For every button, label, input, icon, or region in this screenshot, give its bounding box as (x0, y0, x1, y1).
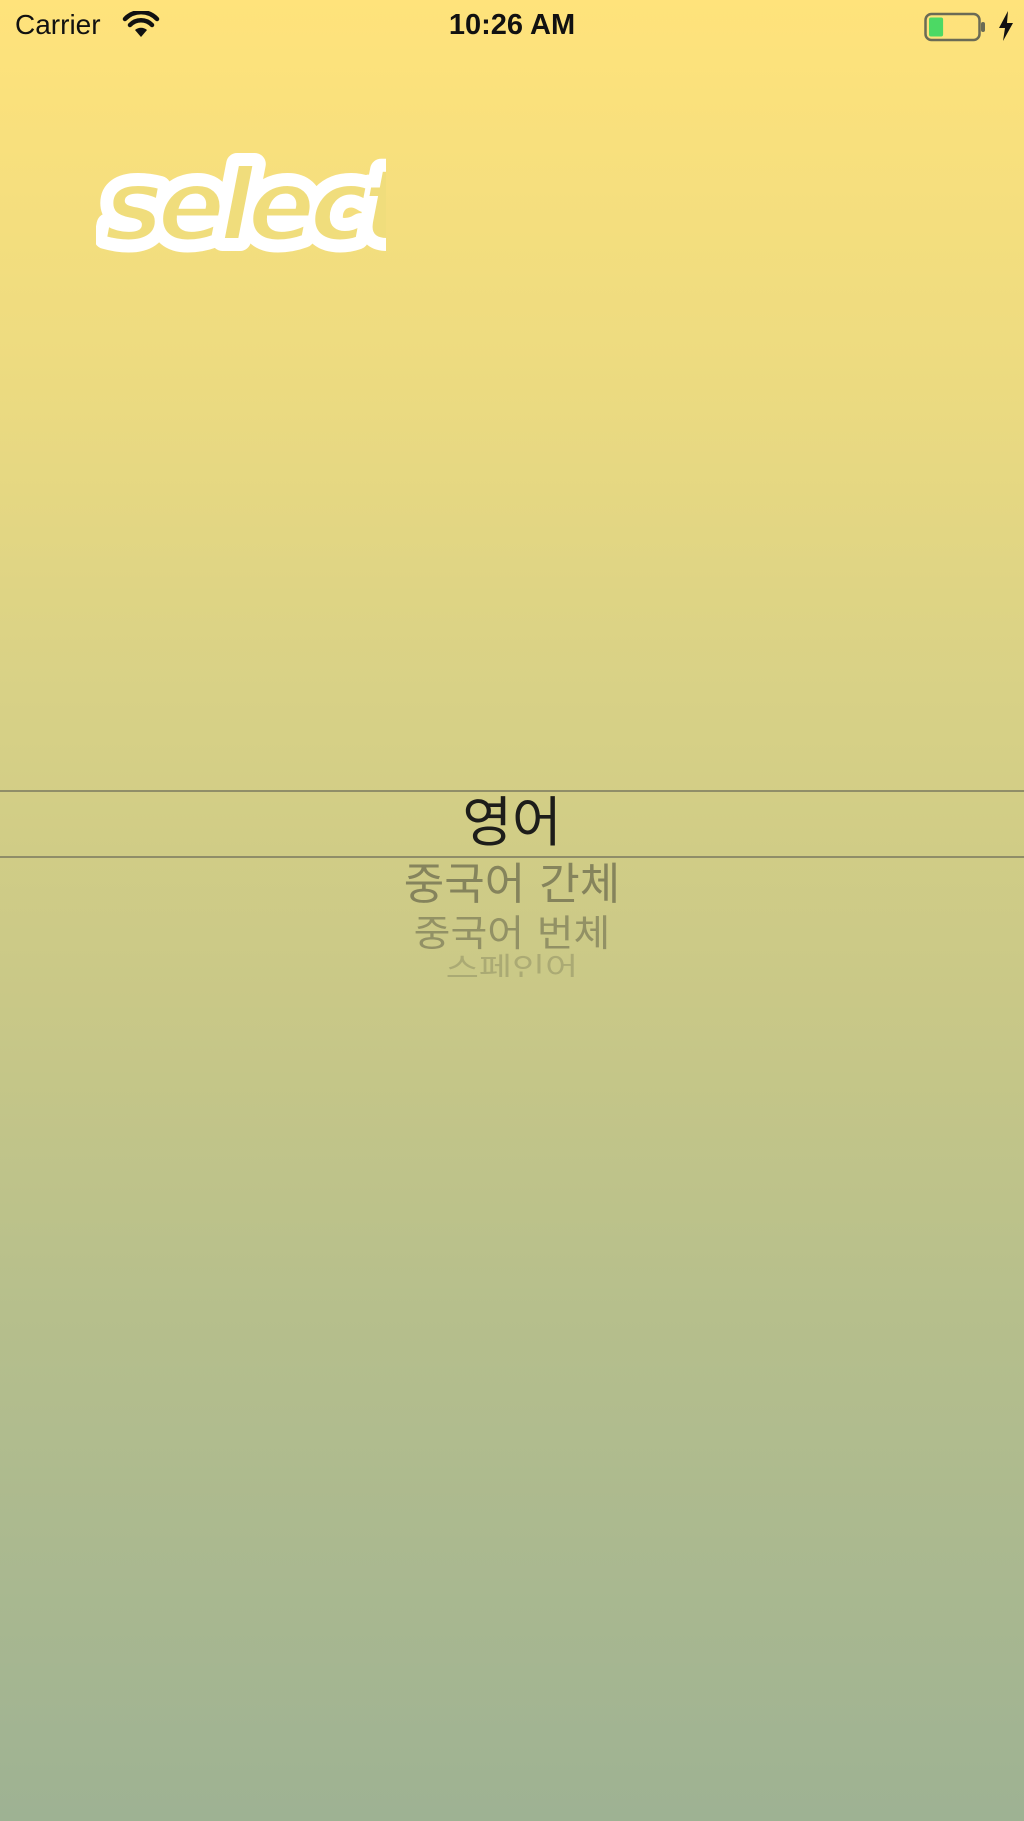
battery-icon (924, 12, 985, 42)
picker-option-english[interactable]: 영어 (0, 793, 1024, 853)
clock: 10:26 AM (448, 9, 576, 41)
status-bar: Carrier 10:26 AM (0, 0, 1024, 52)
language-picker[interactable]: 영어 중국어 간체 중국어 번체 스페인어 (0, 760, 1024, 1000)
picker-option-chinese-traditional[interactable]: 중국어 번체 (0, 912, 1024, 956)
charging-bolt-icon (999, 11, 1013, 41)
picker-option-spanish[interactable]: 스페인어 (0, 953, 1024, 977)
select-logo: select select select (96, 148, 386, 268)
picker-option-chinese-simplified[interactable]: 중국어 간체 (0, 858, 1024, 912)
svg-text:select: select (104, 148, 386, 264)
